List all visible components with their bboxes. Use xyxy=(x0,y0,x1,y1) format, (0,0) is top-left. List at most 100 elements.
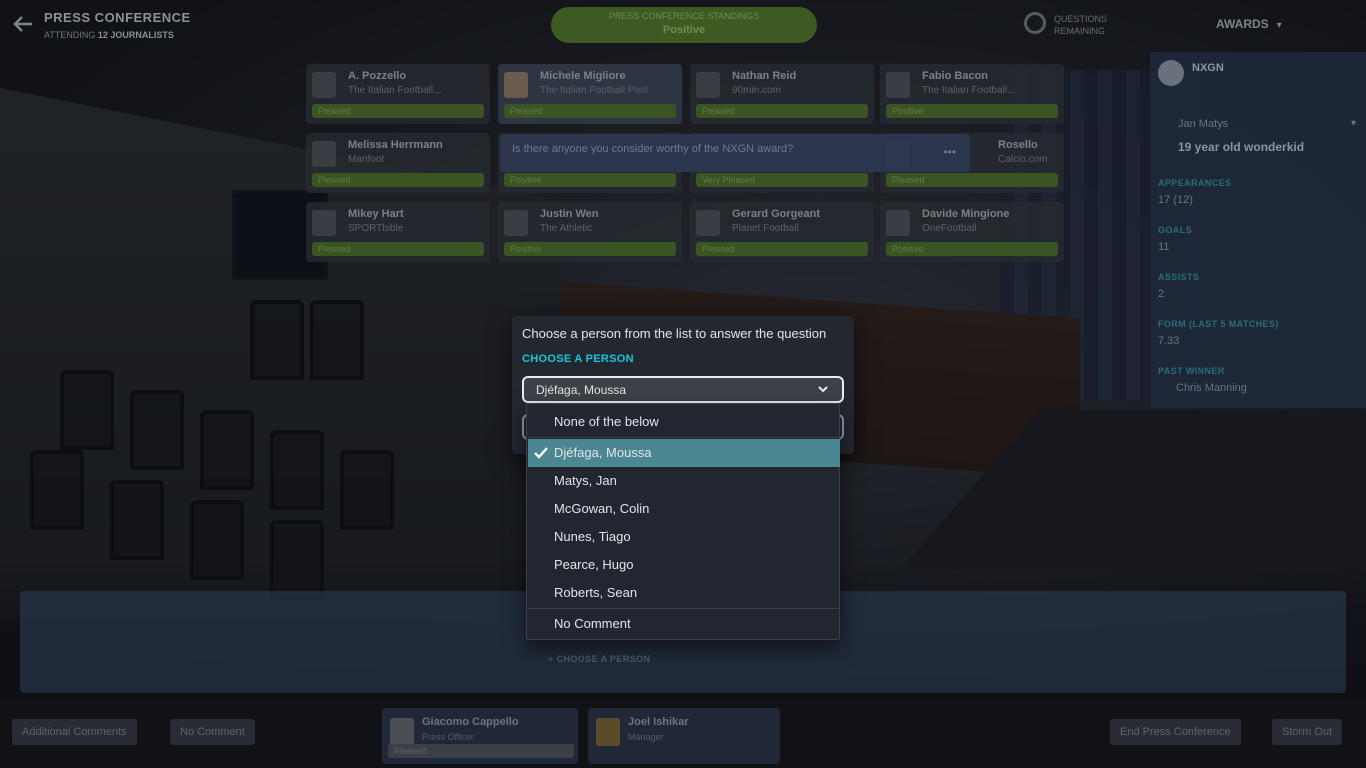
more-icon[interactable]: ••• xyxy=(943,145,956,159)
option-label: No Comment xyxy=(554,616,631,631)
question-text: Is there anyone you consider worthy of t… xyxy=(512,143,794,155)
dropdown-option[interactable]: Pearce, Hugo xyxy=(528,551,840,579)
journalist-card[interactable]: Nathan Reid 90min.com Pleased xyxy=(690,64,874,124)
choose-person-link[interactable]: + CHOOSE A PERSON xyxy=(548,654,650,664)
journalist-outlet: Calcio.com xyxy=(998,154,1048,165)
additional-comments-button[interactable]: Additional Comments xyxy=(12,719,137,745)
choose-person-label: CHOOSE A PERSON xyxy=(556,654,651,664)
question-bubble: Is there anyone you consider worthy of t… xyxy=(500,134,970,172)
staff-card[interactable]: Joel Ishikar Manager xyxy=(588,708,780,764)
dropdown-option[interactable]: Matys, Jan xyxy=(528,467,840,495)
no-comment-button[interactable]: No Comment xyxy=(170,719,255,745)
awards-label: AWARDS xyxy=(1216,17,1269,31)
journalist-card[interactable]: Fabio Bacon The Italian Football... Posi… xyxy=(880,64,1064,124)
journalist-name: Mikey Hart xyxy=(348,208,404,220)
avatar xyxy=(504,72,528,98)
avatar xyxy=(312,210,336,236)
dropdown-option[interactable]: Roberts, Sean xyxy=(528,579,840,607)
stat-value: 17 (12) xyxy=(1158,194,1193,206)
journalist-outlet: SPORTbible xyxy=(348,223,404,234)
staff-name: Giacomo Cappello xyxy=(422,716,519,728)
check-icon xyxy=(534,447,548,459)
status-badge: Pleased xyxy=(696,242,868,256)
journalist-name: Michele Migliore xyxy=(540,70,626,82)
stat-label: PAST WINNER xyxy=(1158,366,1225,376)
stat-label: APPEARANCES xyxy=(1158,178,1232,188)
status-badge: Pleased xyxy=(504,104,676,118)
journalist-count: 12 JOURNALISTS xyxy=(97,30,174,40)
questions-remaining: QUESTIONS REMAINING xyxy=(1024,10,1134,40)
back-button[interactable] xyxy=(10,14,36,36)
divider xyxy=(528,437,840,438)
page-title: PRESS CONFERENCE xyxy=(44,10,191,25)
player-name[interactable]: Jan Matys xyxy=(1178,118,1228,130)
avatar xyxy=(390,718,414,746)
journalist-card[interactable]: Gerard Gorgeant Planet Football Pleased xyxy=(690,202,874,262)
bottom-bar: Additional Comments No Comment Giacomo C… xyxy=(0,700,1366,768)
journalist-card[interactable]: A. Pozzello The Italian Football... Plea… xyxy=(306,64,490,124)
awards-button[interactable]: AWARDS ▾ xyxy=(1216,17,1282,31)
person-dropdown: None of the below Djéfaga, Moussa Matys,… xyxy=(526,403,840,640)
chevron-down-icon xyxy=(818,386,828,393)
storm-out-button[interactable]: Storm Out xyxy=(1272,719,1343,745)
journalist-card[interactable]: Davide Mingione OneFootball Positive xyxy=(880,202,1064,262)
page-subtitle: ATTENDING 12 JOURNALISTS xyxy=(44,30,174,40)
stat-label: ASSISTS xyxy=(1158,272,1200,282)
journalist-outlet: 90min.com xyxy=(732,85,781,96)
top-bar: PRESS CONFERENCE ATTENDING 12 JOURNALIST… xyxy=(0,0,1366,50)
journalist-name: Fabio Bacon xyxy=(922,70,989,82)
journalist-outlet: The Italian Football Post xyxy=(540,85,648,96)
staff-role: Manager xyxy=(628,732,664,742)
journalist-card[interactable]: Mikey Hart SPORTbible Pleased xyxy=(306,202,490,262)
status-badge: Positive xyxy=(504,173,676,187)
dialog-question: Choose a person from the list to answer … xyxy=(522,326,827,341)
avatar xyxy=(312,72,336,98)
journalist-name: Davide Mingione xyxy=(922,208,1010,220)
status-line: PRESS CONFERENCE STANDINGS xyxy=(608,11,760,21)
status-badge: Pleased xyxy=(312,242,484,256)
option-label: Pearce, Hugo xyxy=(554,557,634,572)
stat-value: 2 xyxy=(1158,288,1165,300)
journalist-name: Nathan Reid xyxy=(732,70,797,82)
questions-label: QUESTIONS xyxy=(1054,14,1108,24)
journalist-card[interactable]: Melissa Herrmann Manfoot Pleased xyxy=(306,133,490,193)
end-press-conference-button[interactable]: End Press Conference xyxy=(1110,719,1241,745)
divider xyxy=(528,608,840,609)
journalist-name: A. Pozzello xyxy=(348,70,407,82)
journalist-card[interactable]: Justin Wen The Athletic Positive xyxy=(498,202,682,262)
person-select[interactable]: Djéfaga, Moussa xyxy=(522,376,844,403)
status-badge: Very Pleased xyxy=(696,173,868,187)
dropdown-option-none[interactable]: None of the below xyxy=(528,408,840,436)
stat-value: Chris Manning xyxy=(1176,382,1247,394)
dialog-label: CHOOSE A PERSON xyxy=(522,353,634,365)
avatar xyxy=(596,718,620,746)
questions-sub: REMAINING xyxy=(1054,26,1106,36)
option-label: Nunes, Tiago xyxy=(554,529,631,544)
dropdown-option-no-comment[interactable]: No Comment xyxy=(528,610,840,638)
stat-label: FORM (LAST 5 MATCHES) xyxy=(1158,319,1279,329)
status-badge: Pleased xyxy=(312,173,484,187)
status-badge: Positive xyxy=(886,104,1058,118)
avatar xyxy=(312,141,336,167)
dropdown-option[interactable]: McGowan, Colin xyxy=(528,495,840,523)
stat-value: 7.33 xyxy=(1158,335,1180,347)
collapse-icon[interactable]: ▾ xyxy=(1351,118,1356,129)
avatar xyxy=(886,210,910,236)
journalist-outlet: The Athletic xyxy=(540,223,593,234)
dropdown-option[interactable]: Nunes, Tiago xyxy=(528,523,840,551)
journalist-name: Gerard Gorgeant xyxy=(732,208,821,220)
option-label: Roberts, Sean xyxy=(554,585,638,600)
plus-icon: + xyxy=(548,654,557,664)
staff-mood-bar: Pleased xyxy=(388,744,574,758)
avatar xyxy=(696,210,720,236)
stat-label: GOALS xyxy=(1158,225,1193,235)
staff-card[interactable]: Giacomo Cappello Press Officer Pleased xyxy=(382,708,578,764)
journalist-card[interactable]: Michele Migliore The Italian Football Po… xyxy=(498,64,682,124)
dropdown-option[interactable]: Djéfaga, Moussa xyxy=(528,439,840,467)
conference-status-pill: PRESS CONFERENCE STANDINGS Positive xyxy=(551,7,817,43)
status-badge: Pleased xyxy=(312,104,484,118)
avatar xyxy=(696,72,720,98)
journalist-outlet: Planet Football xyxy=(732,223,799,234)
award-badge-icon xyxy=(1158,60,1184,86)
journalist-outlet: The Italian Football... xyxy=(348,85,442,96)
